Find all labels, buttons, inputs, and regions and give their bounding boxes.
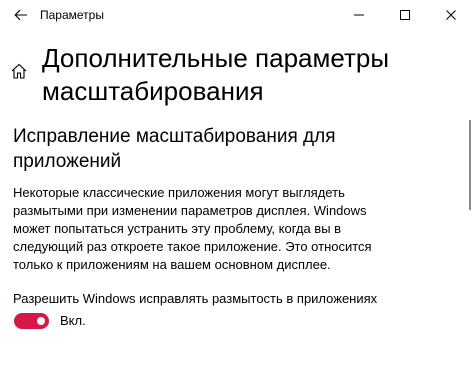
window-controls xyxy=(336,0,474,30)
close-button[interactable] xyxy=(428,0,474,30)
home-icon[interactable] xyxy=(10,62,28,80)
settings-window: Параметры Дополнительные параметры масшт… xyxy=(0,0,474,368)
bottom-edge xyxy=(0,355,474,368)
blur-fix-toggle[interactable] xyxy=(14,313,49,329)
arrow-left-icon xyxy=(14,9,27,21)
section-description: Некоторые классические приложения могут … xyxy=(13,185,372,272)
title-bar: Параметры xyxy=(0,0,474,30)
maximize-icon xyxy=(400,10,410,20)
section-heading: Исправление масштабирования для приложен… xyxy=(13,126,336,172)
toggle-state-label: Вкл. xyxy=(60,313,86,328)
scrollbar[interactable] xyxy=(469,120,471,210)
close-icon xyxy=(446,10,456,20)
toggle-knob xyxy=(37,317,45,325)
maximize-button[interactable] xyxy=(382,0,428,30)
page-title: Дополнительные параметры масштабирования xyxy=(42,43,390,106)
back-button[interactable] xyxy=(0,0,42,30)
app-title: Параметры xyxy=(40,8,104,22)
blur-fix-setting-label: Разрешить Windows исправлять размытость … xyxy=(13,291,378,306)
minimize-icon xyxy=(354,14,364,16)
minimize-button[interactable] xyxy=(336,0,382,30)
